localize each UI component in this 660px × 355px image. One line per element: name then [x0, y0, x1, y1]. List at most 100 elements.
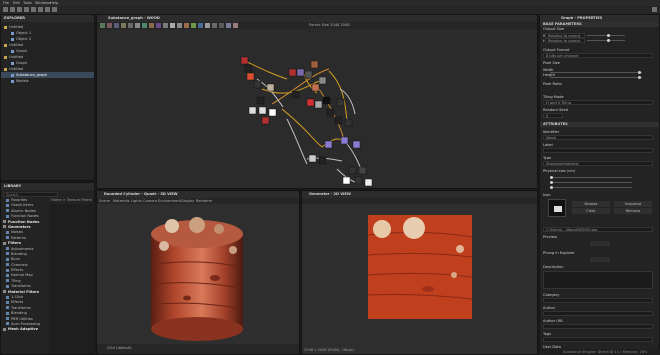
save-icon[interactable] — [17, 7, 22, 12]
graph-tool-icon[interactable] — [226, 23, 231, 28]
graph-tool-icon[interactable] — [170, 23, 175, 28]
graph-tab[interactable]: Substance_graph - WOOD — [97, 15, 537, 22]
explorer-tree-label: Untitled — [9, 43, 24, 47]
folder-icon — [554, 206, 562, 212]
graph-icon — [11, 49, 14, 53]
viewport-3d-title: Rounded Cylinder - Quadr - 3D VIEW — [104, 192, 178, 196]
icon-browse-button[interactable]: Browse — [572, 201, 610, 207]
graph-tool-icon[interactable] — [135, 23, 140, 28]
menu-help[interactable]: Help — [50, 1, 58, 5]
viewport-2d-title: Generator - 2D VIEW — [309, 192, 351, 196]
show-in-library-toggle[interactable] — [590, 257, 610, 262]
menu-file[interactable]: File — [3, 1, 9, 5]
path-value[interactable]: C:/Users/.../Wood/WOOD.sbs — [543, 227, 653, 232]
viewport-2d-tab[interactable]: Generator - 2D VIEW — [302, 191, 537, 198]
graph-tool-icon[interactable] — [205, 23, 210, 28]
graph-tool-icon[interactable] — [156, 23, 161, 28]
format-value[interactable]: 8 bits per channel — [543, 53, 653, 58]
menu-windows[interactable]: Windows — [35, 1, 51, 5]
type-value[interactable]: Standard/material — [543, 161, 653, 166]
graph-tool-icon[interactable] — [163, 23, 168, 28]
author-field[interactable] — [543, 311, 653, 316]
icon-remove-button[interactable]: Remove — [614, 208, 652, 214]
graph-tool-icon[interactable] — [100, 23, 105, 28]
category-icon — [3, 225, 6, 229]
texture-preview[interactable] — [368, 215, 472, 319]
menu-edit[interactable]: Edit — [13, 1, 20, 5]
properties-panel: Graph - PROPERTIES BASE PARAMETERS Outpu… — [539, 14, 660, 355]
graph-tool-icon[interactable] — [149, 23, 154, 28]
category-icon — [6, 263, 9, 267]
graph-parent-size[interactable]: Parent Size 2048 2048 — [309, 23, 350, 27]
category-icon — [6, 230, 9, 234]
graph-tool-icon[interactable] — [114, 23, 119, 28]
label-field[interactable] — [543, 148, 653, 153]
node-graph-canvas[interactable] — [97, 29, 537, 189]
viewport-3d-bottombar: GGX (default) — [97, 344, 299, 354]
undo-icon[interactable] — [24, 7, 29, 12]
menu-tools[interactable]: Tools — [23, 1, 32, 5]
graph-tool-icon[interactable] — [233, 23, 238, 28]
author-url-field[interactable] — [543, 324, 653, 329]
graph-tool-icon[interactable] — [191, 23, 196, 28]
category-icon — [3, 220, 6, 224]
open-icon[interactable] — [10, 7, 15, 12]
graph-tool-icon[interactable] — [107, 23, 112, 28]
explorer-tree-label: Untitled — [9, 55, 24, 59]
paste-icon[interactable] — [52, 7, 57, 12]
explorer-tree-label: Graph — [16, 61, 28, 65]
pixel-height-slider[interactable] — [550, 76, 642, 79]
category-icon — [6, 273, 9, 277]
graph-tool-icon[interactable] — [184, 23, 189, 28]
redo-icon[interactable] — [31, 7, 36, 12]
height-value[interactable]: Relative to parent — [545, 38, 585, 43]
layout-icon[interactable] — [652, 7, 657, 12]
category-icon — [6, 279, 9, 283]
pixel-width-slider[interactable] — [550, 71, 642, 74]
graph-tool-icon[interactable] — [212, 23, 217, 28]
property-label: Pixel Size — [543, 61, 560, 65]
package-icon — [4, 43, 7, 47]
graph-tool-icon[interactable] — [198, 23, 203, 28]
physical-size-z[interactable] — [550, 186, 632, 189]
property-label: Random Seed — [543, 108, 569, 112]
viewport-3d-tab[interactable]: Rounded Cylinder - Quadr - 3D VIEW — [97, 191, 299, 198]
physical-size-x[interactable] — [550, 176, 632, 179]
graph-tool-icon[interactable] — [128, 23, 133, 28]
library-category-item[interactable]: Mesh Adaptive — [1, 327, 49, 332]
viewport-2d-panel: Generator - 2D VIEW 2048 x 2048 (RGBA, 1… — [301, 190, 538, 355]
cylinder-preview[interactable] — [97, 204, 299, 344]
library-category-label: Blending — [11, 251, 27, 256]
library-category-label: Normal Map — [11, 273, 33, 278]
graph-tool-icon[interactable] — [142, 23, 147, 28]
graph-tool-icon[interactable] — [121, 23, 126, 28]
preview-toggle[interactable] — [590, 241, 610, 246]
new-icon[interactable] — [3, 7, 8, 12]
category-field[interactable] — [543, 298, 653, 303]
height-slider[interactable] — [587, 39, 625, 42]
seed-value[interactable]: 0 — [543, 113, 563, 118]
cut-icon[interactable] — [38, 7, 43, 12]
explorer-tree-item[interactable]: Models — [1, 78, 94, 84]
library-search-input[interactable]: Search — [3, 192, 58, 197]
library-category-label: Noises — [11, 230, 23, 235]
physical-size-y[interactable] — [550, 181, 632, 184]
description-field[interactable] — [543, 271, 653, 289]
tags-field[interactable] — [543, 337, 653, 342]
identifier-value[interactable]: Wood — [543, 135, 653, 140]
property-label: Label — [543, 143, 553, 147]
graph-tool-icon[interactable] — [219, 23, 224, 28]
description-label: Description — [543, 265, 564, 269]
graph-panel: Substance_graph - WOOD Parent Size 2048 … — [96, 14, 538, 189]
tiling-value[interactable]: H and V Tiling — [543, 100, 653, 105]
shader-select[interactable]: GGX (default) — [107, 346, 132, 350]
graph-tool-icon[interactable] — [177, 23, 182, 28]
explorer-panel: EXPLORER Untitled Object 1 Object 2 Untitle… — [0, 14, 95, 181]
graph-nodes — [240, 56, 373, 187]
copy-icon[interactable] — [45, 7, 50, 12]
icon-clear-button[interactable]: Clear — [572, 208, 610, 214]
property-label: Output Size — [543, 27, 565, 31]
width-slider[interactable] — [587, 34, 625, 37]
icon-snapshot-button[interactable]: Snapshot — [614, 201, 652, 207]
explorer-tree-label: Untitled — [9, 25, 24, 29]
